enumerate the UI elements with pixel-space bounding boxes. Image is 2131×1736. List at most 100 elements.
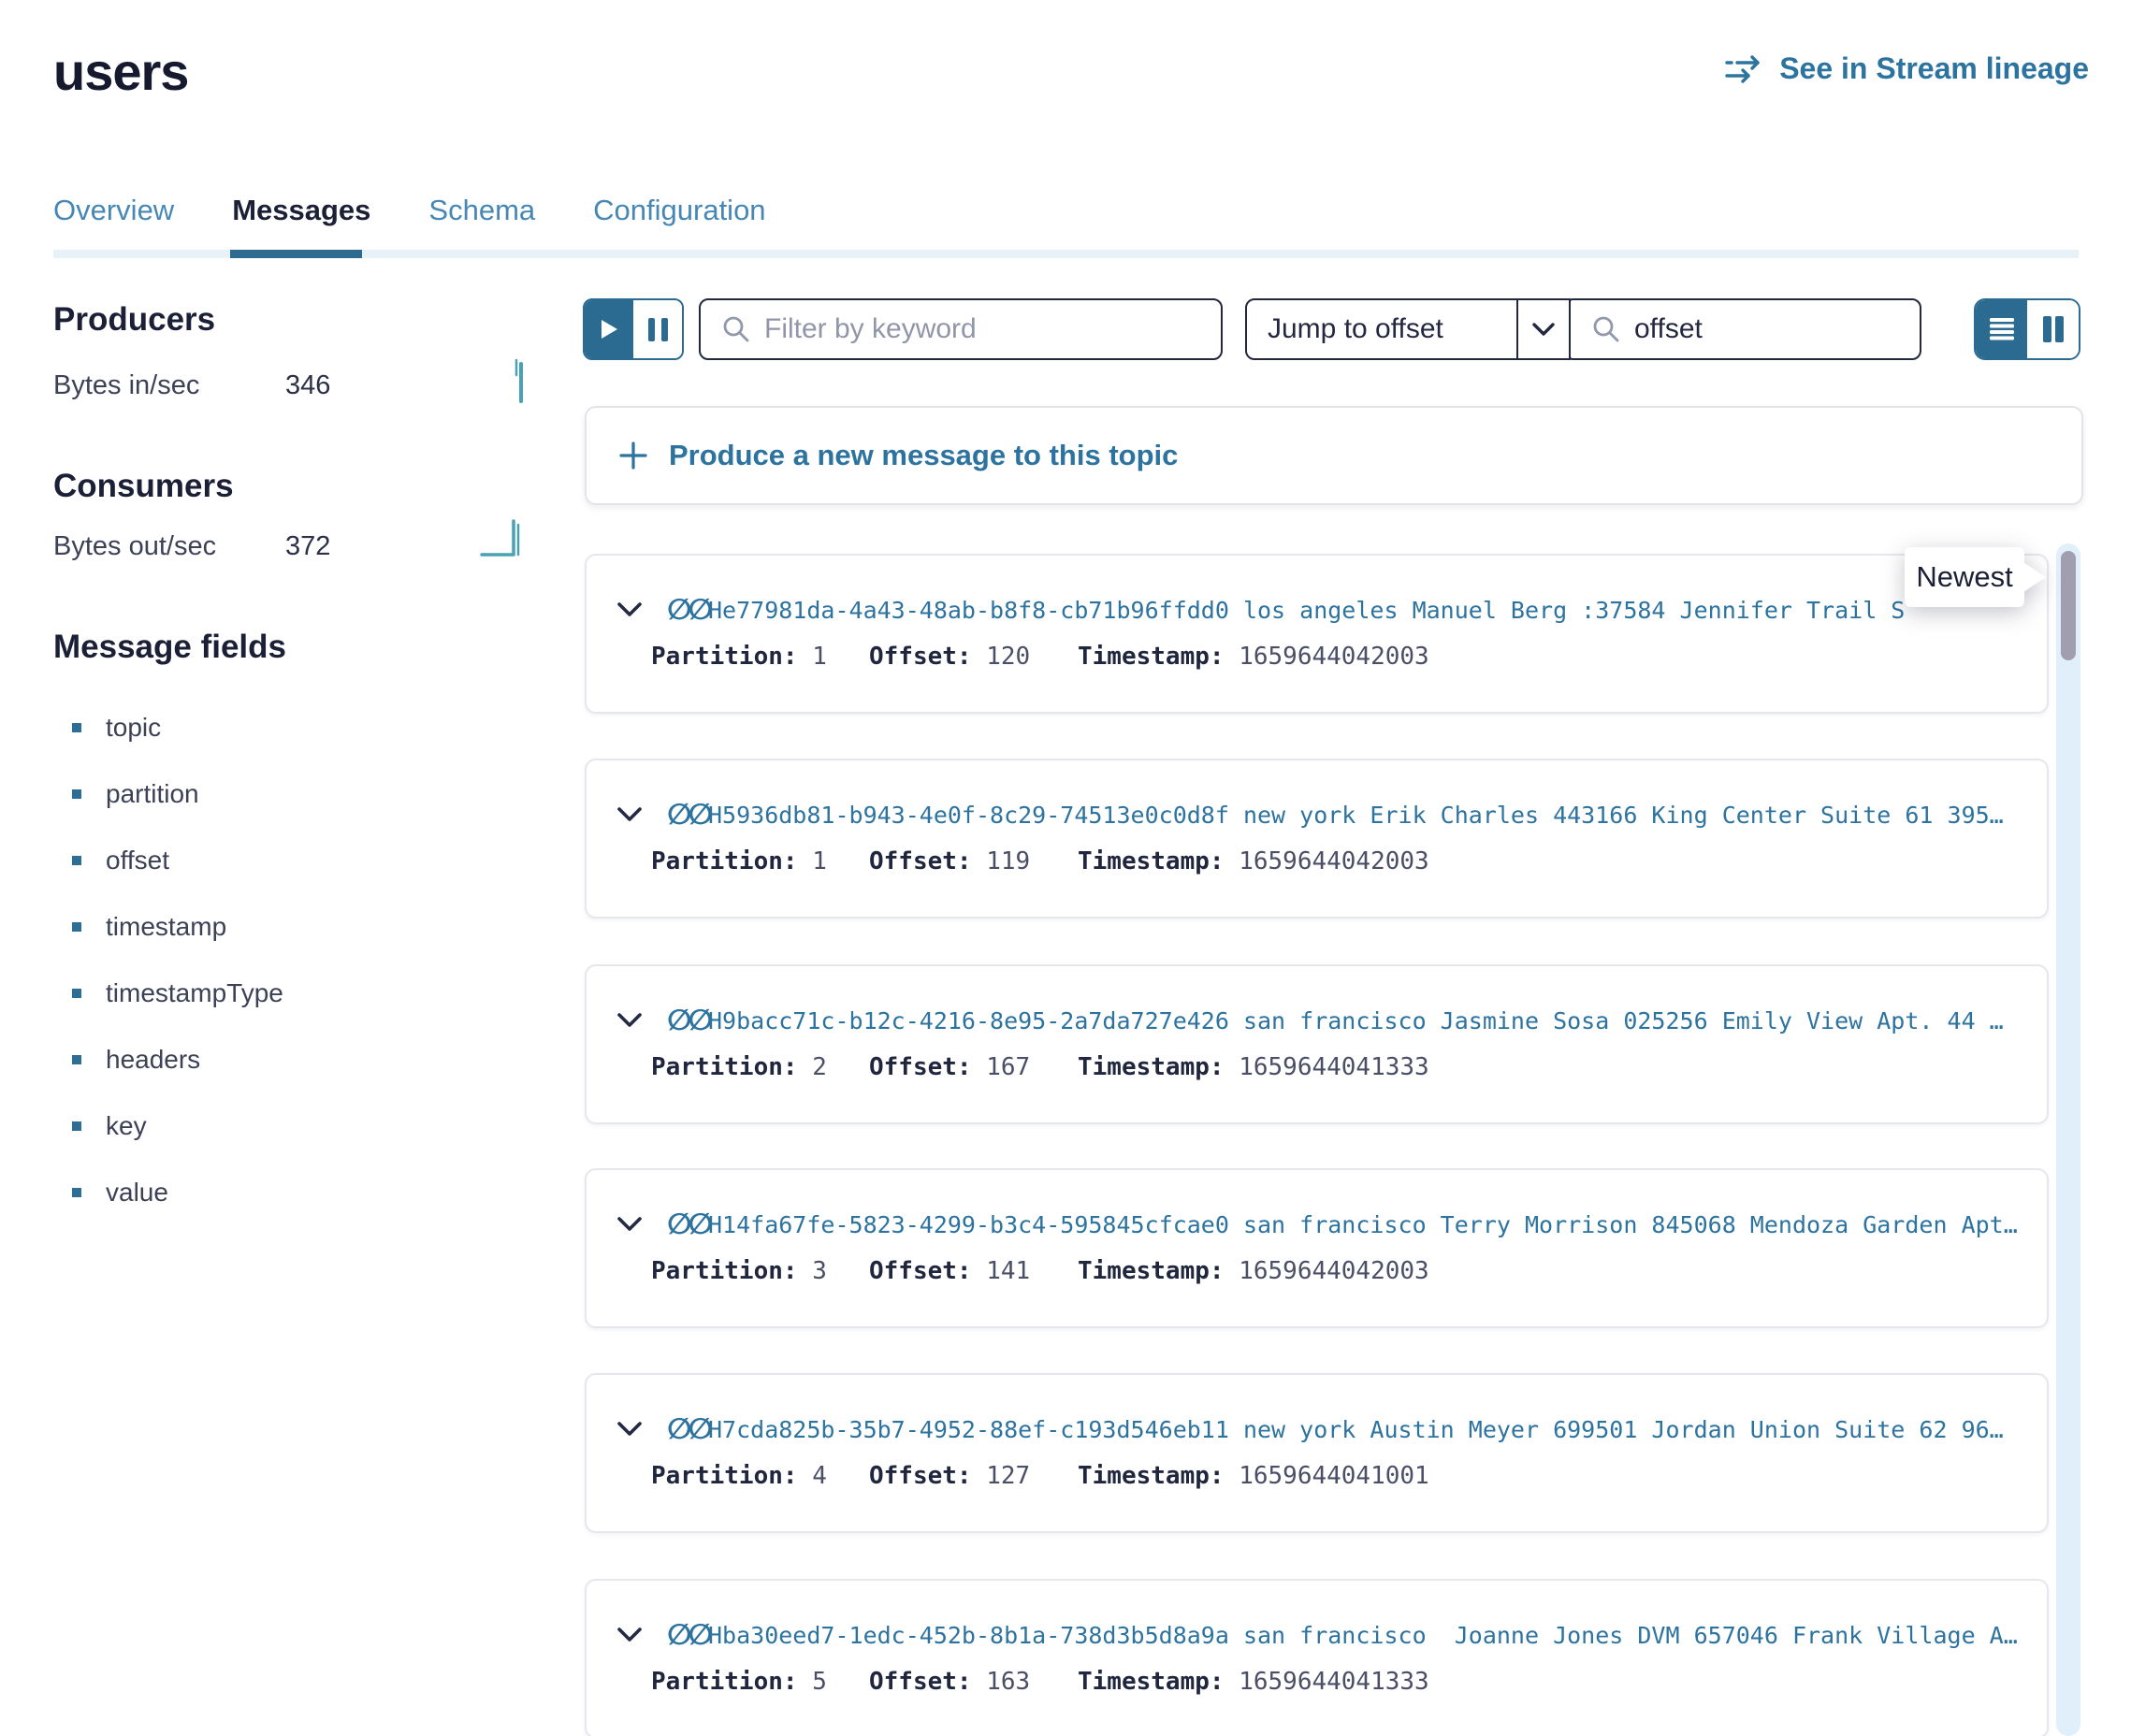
bullet-icon: [72, 989, 81, 998]
message-card[interactable]: ∅∅ H9bacc71c-b12c-4216-8e95-2a7da727e426…: [585, 964, 2049, 1124]
produce-message-button[interactable]: Produce a new message to this topic: [585, 406, 2083, 505]
offset-value: 167: [972, 1053, 1031, 1081]
consumers-sparkline: [478, 513, 536, 570]
tab-messages[interactable]: Messages: [232, 194, 370, 246]
partition-value: 5: [798, 1668, 827, 1696]
column-view-button[interactable]: [2027, 300, 2079, 358]
expand-chevron-icon[interactable]: [616, 1216, 643, 1237]
offset-value: 120: [972, 643, 1031, 671]
see-in-stream-lineage-link[interactable]: See in Stream lineage: [1725, 51, 2089, 86]
timestamp-label: Timestamp:: [1078, 847, 1225, 875]
select-chevron-segment[interactable]: [1516, 300, 1569, 358]
jump-to-offset-select[interactable]: Jump to offset: [1245, 298, 1571, 360]
partition-value: 1: [798, 847, 827, 875]
message-key-preview: H14fa67fe-5823-4299-b3c4-595845cfcae0 sa…: [708, 1211, 2030, 1238]
search-icon: [721, 314, 751, 344]
tab-configuration[interactable]: Configuration: [593, 194, 765, 246]
plus-icon: [618, 441, 648, 470]
newest-tooltip-label: Newest: [1916, 560, 2012, 594]
message-key-preview: He77981da-4a43-48ab-b8f8-cb71b96ffdd0 lo…: [708, 597, 2030, 624]
expand-chevron-icon[interactable]: [616, 1012, 643, 1034]
message-card[interactable]: ∅∅ He77981da-4a43-48ab-b8f8-cb71b96ffdd0…: [585, 554, 2049, 714]
offset-value: 141: [972, 1257, 1031, 1285]
tab-schema[interactable]: Schema: [428, 194, 535, 246]
offset-label: Offset:: [869, 1053, 972, 1081]
jump-to-offset-value: Jump to offset: [1247, 300, 1516, 358]
chevron-down-icon: [1532, 323, 1555, 337]
offset-search-field: [1569, 298, 1921, 360]
bytes-out-label: Bytes out/sec: [53, 531, 216, 562]
offset-label: Offset:: [869, 643, 972, 671]
timestamp-label: Timestamp:: [1078, 1668, 1225, 1696]
newest-tooltip: Newest: [1905, 547, 2024, 607]
message-key-icon: ∅∅: [667, 593, 709, 627]
field-item-topic: topic: [53, 694, 283, 760]
scrollbar-track[interactable]: [2056, 543, 2080, 1736]
offset-value: 127: [972, 1462, 1031, 1490]
field-item-value: value: [53, 1159, 283, 1225]
expand-chevron-icon[interactable]: [616, 1627, 643, 1648]
timestamp-value: 1659644042003: [1225, 1257, 1429, 1285]
offset-label: Offset:: [869, 847, 972, 875]
partition-value: 3: [798, 1257, 827, 1285]
tab-overview[interactable]: Overview: [53, 194, 174, 246]
stream-lineage-icon: [1725, 54, 1766, 84]
field-item-headers: headers: [53, 1026, 283, 1092]
offset-label: Offset:: [869, 1257, 972, 1285]
producers-heading: Producers: [53, 301, 215, 339]
message-key-icon: ∅∅: [667, 1412, 709, 1446]
list-view-button[interactable]: [1976, 300, 2027, 358]
pause-button[interactable]: [633, 300, 682, 358]
timestamp-value: 1659644042003: [1225, 847, 1429, 875]
play-button[interactable]: [585, 300, 633, 358]
timestamp-label: Timestamp:: [1078, 1462, 1225, 1490]
produce-message-label: Produce a new message to this topic: [669, 439, 1178, 472]
bullet-icon: [72, 723, 81, 732]
expand-chevron-icon[interactable]: [616, 1421, 643, 1442]
partition-value: 1: [798, 643, 827, 671]
bullet-icon: [72, 856, 81, 865]
partition-label: Partition:: [651, 1462, 798, 1490]
timestamp-label: Timestamp:: [1078, 643, 1225, 671]
partition-value: 2: [798, 1053, 827, 1081]
offset-search-input[interactable]: [1632, 312, 1997, 346]
play-pause-toggle: [583, 298, 684, 360]
partition-label: Partition:: [651, 847, 798, 875]
message-fields-heading: Message fields: [53, 629, 286, 666]
message-key-icon: ∅∅: [667, 1004, 709, 1037]
timestamp-value: 1659644041333: [1225, 1668, 1429, 1696]
active-tab-indicator: [230, 250, 362, 258]
partition-label: Partition:: [651, 1257, 798, 1285]
message-key-icon: ∅∅: [667, 1208, 709, 1241]
timestamp-label: Timestamp:: [1078, 1257, 1225, 1285]
message-card[interactable]: ∅∅ H5936db81-b943-4e0f-8c29-74513e0c0d8f…: [585, 759, 2049, 919]
expand-chevron-icon[interactable]: [616, 806, 643, 828]
message-card[interactable]: ∅∅ H7cda825b-35b7-4952-88ef-c193d546eb11…: [585, 1373, 2049, 1533]
keyword-filter-input[interactable]: [762, 312, 1221, 346]
search-icon: [1591, 314, 1621, 344]
partition-label: Partition:: [651, 643, 798, 671]
bytes-in-value: 346: [285, 370, 330, 401]
message-card[interactable]: ∅∅ H14fa67fe-5823-4299-b3c4-595845cfcae0…: [585, 1168, 2049, 1328]
field-item-offset: offset: [53, 827, 283, 893]
bullet-icon: [72, 1055, 81, 1064]
offset-label: Offset:: [869, 1668, 972, 1696]
timestamp-value: 1659644042003: [1225, 643, 1429, 671]
partition-label: Partition:: [651, 1668, 798, 1696]
bullet-icon: [72, 1188, 81, 1197]
column-view-icon: [2041, 316, 2066, 342]
offset-label: Offset:: [869, 1462, 972, 1490]
topic-messages-page: users See in Stream lineage Overview Mes…: [0, 0, 2131, 1736]
page-title: users: [53, 41, 188, 102]
timestamp-label: Timestamp:: [1078, 1053, 1225, 1081]
message-card[interactable]: ∅∅ Hba30eed7-1edc-452b-8b1a-738d3b5d8a9a…: [585, 1579, 2049, 1736]
pause-icon: [648, 318, 655, 341]
producers-sparkline: [508, 358, 532, 410]
play-icon: [601, 319, 618, 340]
scrollbar-thumb[interactable]: [2061, 551, 2076, 660]
partition-value: 4: [798, 1462, 827, 1490]
expand-chevron-icon[interactable]: [616, 601, 643, 623]
message-key-preview: H7cda825b-35b7-4952-88ef-c193d546eb11 ne…: [708, 1416, 2030, 1443]
field-item-timestampType: timestampType: [53, 960, 283, 1026]
timestamp-value: 1659644041001: [1225, 1462, 1429, 1490]
